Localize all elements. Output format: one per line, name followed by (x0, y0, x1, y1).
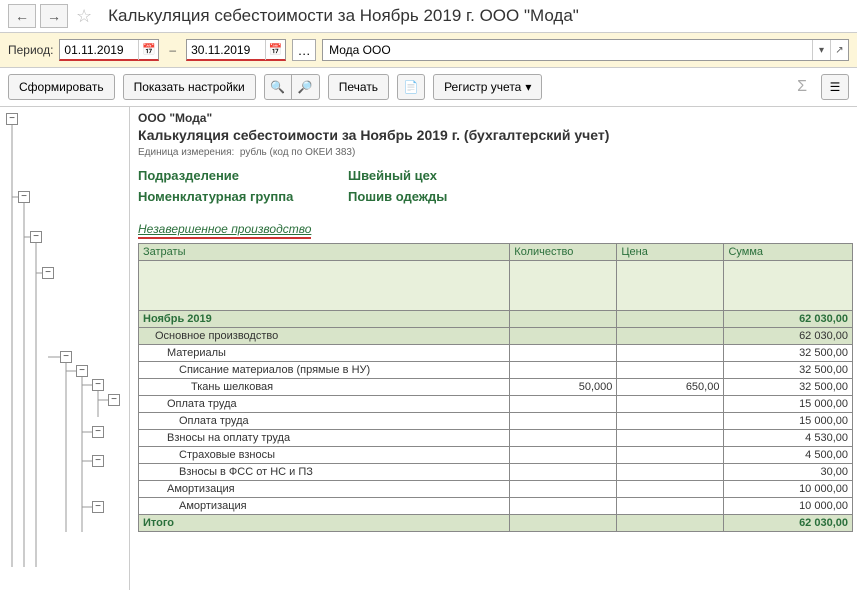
tree-node[interactable]: − (108, 394, 120, 406)
table-row: Взносы на оплату труда4 530,00 (139, 430, 853, 447)
table-row: Страховые взносы4 500,00 (139, 447, 853, 464)
tree-node[interactable]: − (42, 267, 54, 279)
show-settings-button[interactable]: Показать настройки (123, 74, 256, 100)
calendar-icon[interactable]: 📅 (265, 40, 285, 60)
tree-node[interactable]: − (92, 501, 104, 513)
col-costs: Затраты (139, 244, 510, 261)
table-row: Списание материалов (прямые в НУ)32 500,… (139, 362, 853, 379)
register-button[interactable]: Регистр учета ▾ (433, 74, 542, 100)
save-button[interactable]: 📄 (397, 74, 425, 100)
calendar-icon[interactable]: 📅 (138, 40, 158, 60)
wip-link[interactable]: Незавершенное производство (138, 222, 311, 239)
tree-node[interactable]: − (76, 365, 88, 377)
table-row: Ткань шелковая50,000650,0032 500,00 (139, 379, 853, 396)
col-qty: Количество (510, 244, 617, 261)
report-org: ООО "Мода" (138, 111, 853, 125)
tree-node[interactable]: − (60, 351, 72, 363)
generate-button[interactable]: Сформировать (8, 74, 115, 100)
report-title: Калькуляция себестоимости за Ноябрь 2019… (138, 127, 853, 143)
back-button[interactable]: ← (8, 4, 36, 28)
page-title: Калькуляция себестоимости за Ноябрь 2019… (108, 6, 579, 26)
report-unit: Единица измерения: рубль (код по ОКЕИ 38… (138, 147, 853, 158)
table-row: Оплата труда15 000,00 (139, 413, 853, 430)
nomgroup-label: Номенклатурная группа (138, 189, 318, 204)
tree-node[interactable]: − (92, 455, 104, 467)
table-header: Затраты Количество Цена Сумма (139, 244, 853, 261)
chevron-down-icon[interactable]: ▾ (812, 40, 830, 60)
table-row: Ноябрь 201962 030,00 (139, 311, 853, 328)
tree-node[interactable]: − (6, 113, 18, 125)
table-row: Материалы32 500,00 (139, 345, 853, 362)
period-more-button[interactable]: … (292, 39, 316, 61)
table-row: Основное производство62 030,00 (139, 328, 853, 345)
forward-button[interactable]: → (40, 4, 68, 28)
date-dash: – (169, 43, 176, 57)
tree-panel: − − − − − − − − − − − (0, 107, 130, 590)
table-row: Взносы в ФСС от НС и ПЗ30,00 (139, 464, 853, 481)
org-input[interactable] (323, 41, 812, 59)
tree-node[interactable]: − (92, 379, 104, 391)
star-icon[interactable]: ☆ (76, 6, 92, 27)
more-button[interactable]: ☰ (821, 74, 849, 100)
col-price: Цена (617, 244, 724, 261)
tree-node[interactable]: − (92, 426, 104, 438)
period-label: Период: (8, 43, 53, 57)
date-from-input[interactable] (60, 41, 138, 59)
table-row: Амортизация10 000,00 (139, 498, 853, 515)
find-button[interactable]: 🔍 (264, 74, 292, 100)
table-row: Оплата труда15 000,00 (139, 396, 853, 413)
date-to-input[interactable] (187, 41, 265, 59)
col-sum: Сумма (724, 244, 853, 261)
nomgroup-value: Пошив одежды (348, 189, 447, 204)
division-label: Подразделение (138, 168, 318, 183)
tree-node[interactable]: − (30, 231, 42, 243)
tree-node[interactable]: − (18, 191, 30, 203)
print-button[interactable]: Печать (328, 74, 389, 100)
open-icon[interactable]: ↗ (830, 40, 848, 60)
data-table: Затраты Количество Цена Сумма Ноябрь 201… (138, 243, 853, 532)
filter-button[interactable]: 🔎 (292, 74, 320, 100)
division-value: Швейный цех (348, 168, 437, 183)
table-row: Амортизация10 000,00 (139, 481, 853, 498)
sigma-icon: Σ (791, 78, 813, 96)
table-row-total: Итого62 030,00 (139, 515, 853, 532)
